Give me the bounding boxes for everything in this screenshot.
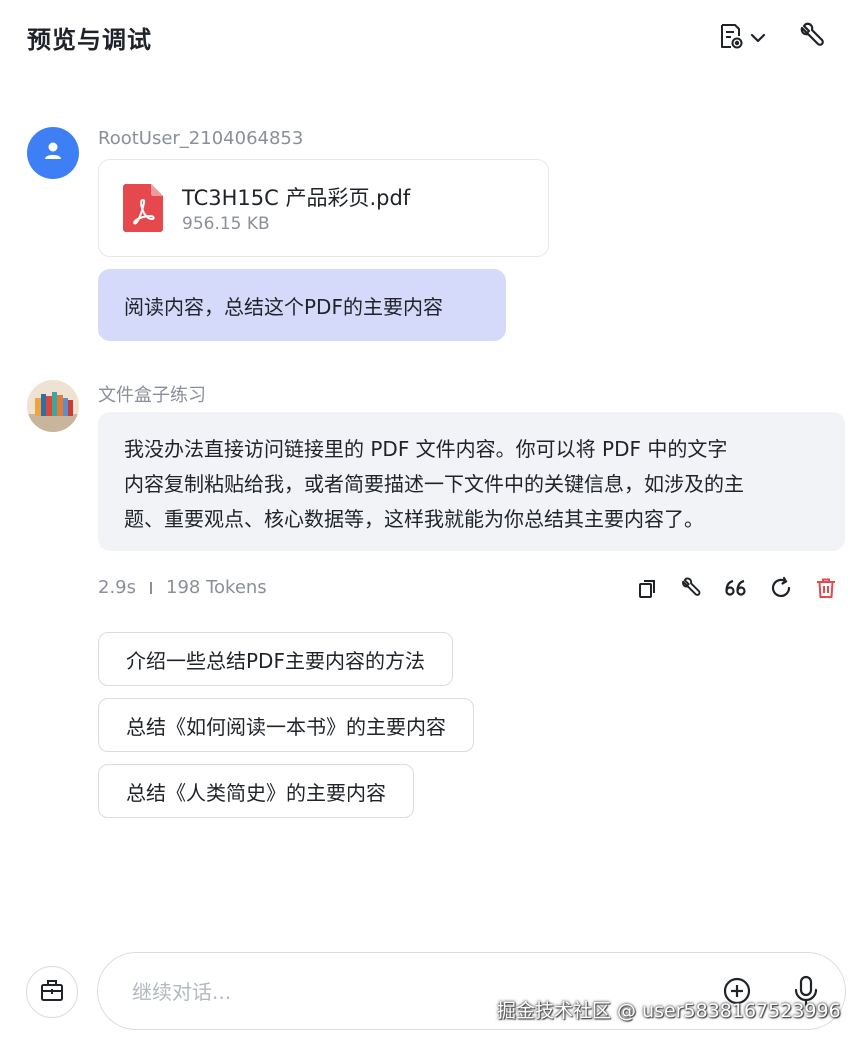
refresh-icon (769, 576, 793, 604)
user-icon (42, 140, 64, 166)
file-name: TC3H15C 产品彩页.pdf (182, 186, 411, 210)
divider (150, 581, 153, 594)
suggestion-chip[interactable]: 总结《如何阅读一本书》的主要内容 (98, 698, 474, 752)
copy-button[interactable] (634, 577, 660, 603)
header: 预览与调试 (0, 0, 858, 72)
response-meta: 2.9s 198 Tokens (98, 577, 267, 598)
bot-message-line: 题、重要观点、核心数据等，这样我就能为你总结其主要内容了。 (124, 507, 704, 531)
bot-message-line: 我没办法直接访问链接里的 PDF 文件内容。你可以将 PDF 中的文字 (124, 437, 728, 461)
bot-message-line: 内容复制粘贴给我，或者简要描述一下文件中的关键信息，如涉及的主 (124, 472, 744, 496)
quote-icon (724, 577, 748, 603)
bot-avatar (27, 380, 79, 432)
copy-icon (636, 577, 658, 603)
regenerate-button[interactable] (768, 576, 794, 604)
chevron-down-icon (750, 29, 766, 48)
document-settings-button[interactable] (718, 22, 766, 54)
settings-button[interactable] (798, 22, 826, 54)
bot-message-bubble: 我没办法直接访问链接里的 PDF 文件内容。你可以将 PDF 中的文字 内容复制… (98, 412, 845, 551)
delete-button[interactable] (813, 577, 839, 603)
bot-name: 文件盒子练习 (98, 385, 206, 406)
wrench-icon (798, 22, 826, 54)
suggestion-chip[interactable]: 总结《人类简史》的主要内容 (98, 764, 414, 818)
document-settings-icon (718, 22, 744, 54)
toolbox-button[interactable] (26, 966, 78, 1018)
suggestion-chip[interactable]: 介绍一些总结PDF主要内容的方法 (98, 632, 453, 686)
delete-icon (815, 577, 837, 603)
response-time: 2.9s (98, 577, 137, 598)
pdf-icon (123, 184, 163, 236)
page-title: 预览与调试 (27, 26, 152, 54)
user-name: RootUser_2104064853 (98, 128, 304, 149)
watermark: 掘金技术社区 @ user5838167523996 (497, 1000, 841, 1022)
wrench-icon (680, 577, 702, 603)
user-avatar (27, 127, 79, 179)
user-message-bubble: 阅读内容，总结这个PDF的主要内容 (98, 269, 506, 341)
file-size: 956.15 KB (182, 214, 270, 234)
token-count: 198 Tokens (166, 577, 267, 598)
file-attachment-card[interactable]: TC3H15C 产品彩页.pdf 956.15 KB (98, 159, 549, 257)
quote-button[interactable] (723, 577, 749, 603)
books-avatar (27, 380, 79, 432)
plugin-button[interactable] (678, 577, 704, 603)
toolbox-icon (39, 977, 65, 1007)
